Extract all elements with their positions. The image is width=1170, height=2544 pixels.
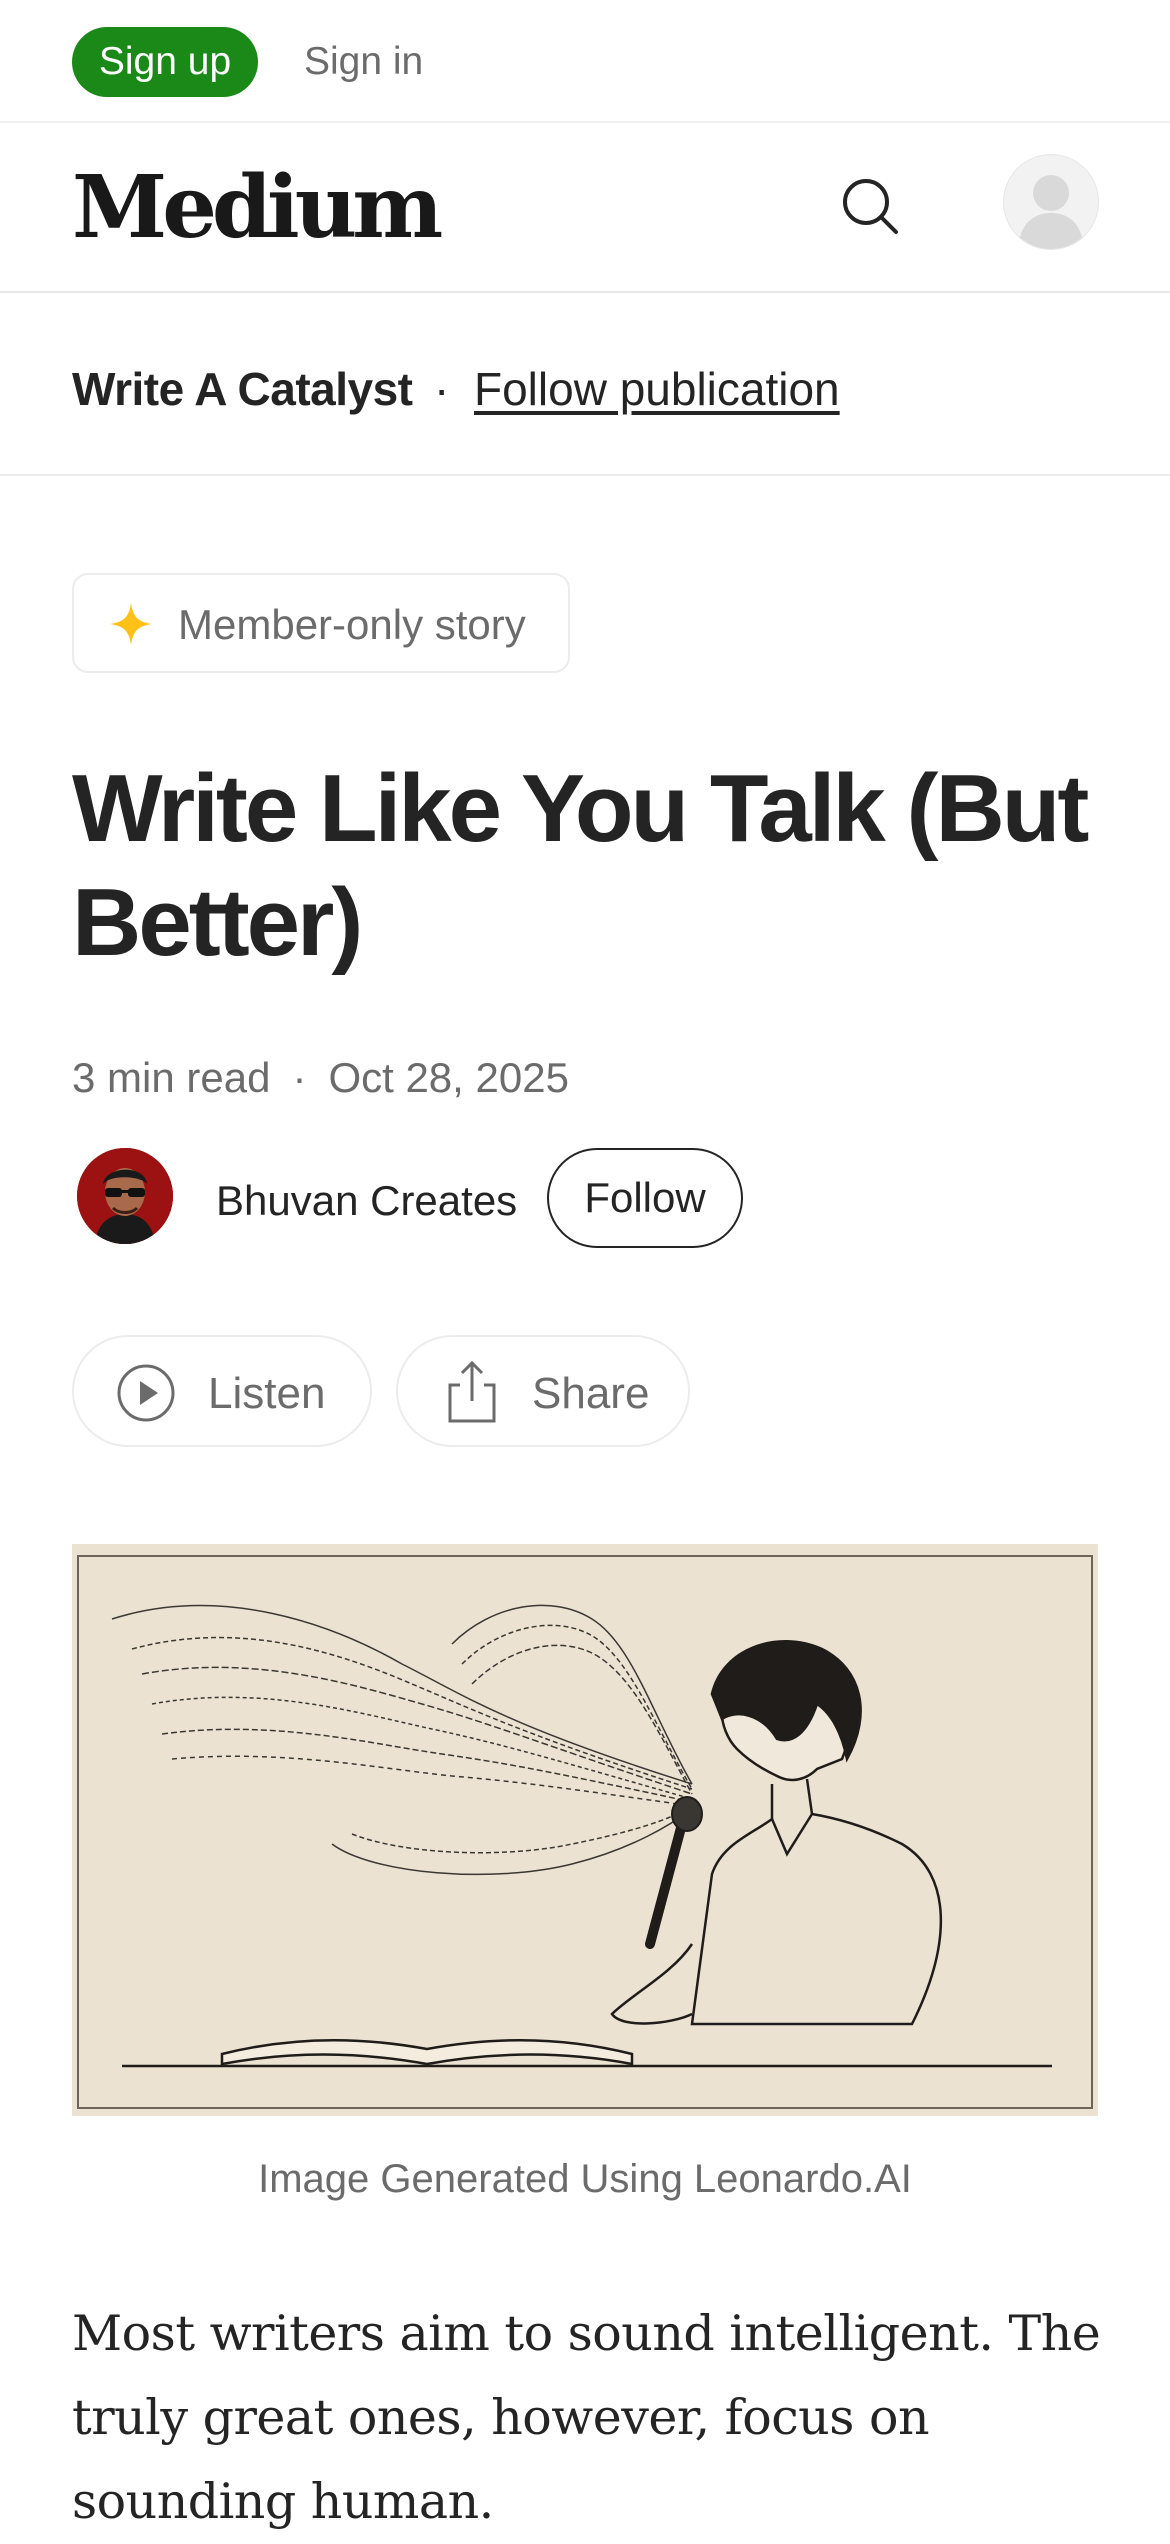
play-icon xyxy=(117,1364,175,1422)
sparkle-icon xyxy=(110,603,152,645)
share-button[interactable]: Share xyxy=(396,1335,690,1447)
share-label: Share xyxy=(532,1369,650,1418)
author-name[interactable]: Bhuvan Creates xyxy=(216,1175,517,1227)
publish-date: Oct 28, 2025 xyxy=(328,1054,569,1101)
publication-name[interactable]: Write A Catalyst xyxy=(72,361,413,417)
separator-dot: · xyxy=(434,363,450,415)
follow-author-button[interactable]: Follow xyxy=(547,1148,743,1248)
article-hero-image xyxy=(72,1544,1098,2116)
meta-separator: · xyxy=(292,1054,307,1101)
signup-button[interactable]: Sign up xyxy=(72,27,258,97)
author-avatar[interactable] xyxy=(77,1148,173,1244)
member-only-badge: Member-only story xyxy=(72,573,570,673)
publication-bar: Write A Catalyst · Follow publication xyxy=(0,292,1170,476)
listen-button[interactable]: Listen xyxy=(72,1335,372,1447)
image-caption: Image Generated Using Leonardo.AI xyxy=(258,2157,912,2201)
member-only-label: Member-only story xyxy=(178,601,526,648)
article-body-paragraph: Most writers aim to sound intelligent. T… xyxy=(72,2305,1101,2530)
follow-publication-link[interactable]: Follow publication xyxy=(474,361,840,417)
search-icon[interactable] xyxy=(838,174,902,238)
medium-logo[interactable]: Medium xyxy=(72,162,443,254)
read-time: 3 min read xyxy=(72,1054,271,1101)
article-meta: 3 min read · Oct 28, 2025 xyxy=(72,1052,569,1104)
share-icon xyxy=(448,1360,496,1423)
user-avatar-icon[interactable] xyxy=(1003,154,1099,250)
top-auth-bar: Sign up Sign in xyxy=(0,0,1170,123)
article-title: Write Like You Talk (But Better) xyxy=(72,755,1089,976)
listen-label: Listen xyxy=(208,1369,326,1418)
signin-link[interactable]: Sign in xyxy=(304,38,423,86)
masthead: Medium xyxy=(0,122,1170,293)
